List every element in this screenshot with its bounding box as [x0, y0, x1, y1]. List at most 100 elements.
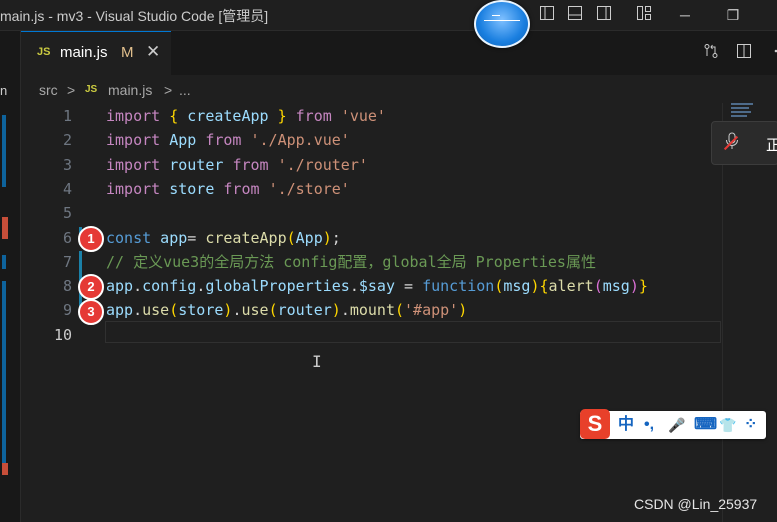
- split-editor-icon[interactable]: [734, 43, 754, 63]
- code-token: use: [142, 301, 170, 320]
- code-token: App: [160, 131, 206, 150]
- code-text: import App from './App.vue': [106, 128, 350, 152]
- code-token: import: [106, 155, 161, 174]
- ime-toolbar[interactable]: S 中 •, 🎤 ⌨ 👕 ⁘: [580, 409, 766, 439]
- code-token: .: [133, 301, 143, 320]
- scm-decoration: [2, 255, 6, 269]
- error-decoration: [2, 463, 8, 475]
- code-text: const app= createApp(App);: [106, 226, 341, 250]
- error-decoration: [2, 217, 8, 239]
- scm-decoration: [2, 281, 6, 471]
- toggle-panel-icon[interactable]: [565, 5, 585, 25]
- watermark: CSDN @Lin_25937: [634, 496, 758, 512]
- code-token: from: [232, 155, 269, 174]
- line-number: 6: [62, 228, 72, 247]
- code-token: {: [539, 277, 549, 296]
- annotation-badge: 2: [78, 274, 104, 300]
- minimap-line: [731, 111, 751, 113]
- javascript-file-icon: JS: [37, 46, 51, 58]
- code-token: app: [106, 301, 134, 320]
- tab-main-js[interactable]: JS main.js M ✕: [21, 31, 171, 76]
- code-token: alert: [548, 277, 594, 296]
- ime-chinese-mode[interactable]: 中: [618, 415, 634, 435]
- modified-indicator: M: [121, 44, 134, 61]
- code-token: store: [160, 179, 224, 198]
- floating-clock-widget[interactable]: [474, 0, 530, 48]
- code-token: {: [169, 107, 179, 125]
- breadcrumb-symbols[interactable]: ...: [179, 82, 191, 98]
- code-token: ): [458, 301, 468, 320]
- line-number: 9: [62, 301, 72, 320]
- minimize-button[interactable]: ─: [674, 4, 696, 26]
- line-number: 2: [62, 131, 72, 150]
- toggle-secondary-sidebar-icon[interactable]: [594, 5, 614, 25]
- code-token: (: [169, 301, 179, 320]
- ime-voice-icon[interactable]: 🎤: [668, 415, 685, 435]
- title-bar: main.js - mv3 - Visual Studio Code [管理员]…: [0, 0, 777, 31]
- code-token: from: [295, 107, 332, 125]
- code-line[interactable]: 3 import router from './router': [21, 153, 721, 177]
- code-token: './App.vue': [250, 131, 350, 150]
- open-changes-icon[interactable]: [701, 43, 721, 63]
- code-token: store: [178, 301, 224, 320]
- line-number: 10: [53, 325, 72, 344]
- code-line[interactable]: 1 import { createApp } from 'vue': [21, 104, 721, 128]
- ime-skin-icon[interactable]: 👕: [719, 415, 736, 435]
- breadcrumb-folder[interactable]: src: [39, 82, 58, 98]
- restore-button[interactable]: ❐: [722, 4, 744, 26]
- tab-label: main.js: [60, 44, 108, 61]
- code-line[interactable]: 9 app.use(store).use(router).mount('#app'…: [21, 298, 721, 322]
- annotation-badge: 3: [78, 299, 104, 325]
- code-token: './store': [268, 179, 350, 198]
- code-line[interactable]: 7 // 定义vue3的全局方法 config配置，global全局 Proper…: [21, 250, 721, 274]
- code-token: $say: [358, 277, 395, 296]
- code-text: app.config.globalProperties.$say = funct…: [106, 274, 648, 298]
- side-panel-text: n: [0, 83, 8, 98]
- mouse-text-cursor: I: [312, 352, 322, 371]
- ime-punctuation-icon[interactable]: •,: [644, 415, 654, 435]
- code-token: router: [277, 301, 332, 320]
- code-token: =: [187, 228, 206, 247]
- close-icon[interactable]: ✕: [146, 42, 160, 62]
- line-number: 5: [62, 204, 72, 223]
- minimap[interactable]: [722, 103, 777, 522]
- sogou-logo-icon[interactable]: S: [580, 409, 610, 439]
- microphone-muted-icon: [724, 132, 740, 155]
- code-token: app: [151, 228, 188, 247]
- mic-popup[interactable]: 正: [711, 121, 777, 165]
- code-token: (: [593, 277, 603, 296]
- more-actions-icon[interactable]: [766, 43, 777, 63]
- code-text: app.use(store).use(router).mount('#app'): [106, 298, 467, 322]
- code-token: import: [106, 179, 161, 198]
- code-line[interactable]: 4 import store from './store': [21, 177, 721, 201]
- customize-layout-icon[interactable]: [634, 5, 654, 25]
- line-number: 1: [62, 107, 72, 125]
- code-line[interactable]: 5: [21, 201, 721, 225]
- code-token: ): [322, 228, 332, 247]
- code-token: import: [106, 107, 161, 125]
- code-token: from: [205, 131, 242, 150]
- current-line-highlight: [105, 321, 721, 343]
- code-line[interactable]: 6 const app= createApp(App);: [21, 226, 721, 250]
- code-token: .: [349, 277, 359, 296]
- breadcrumb-separator: >: [164, 82, 173, 98]
- code-text: import store from './store': [106, 177, 350, 201]
- code-line[interactable]: 8 app.config.globalProperties.$say = func…: [21, 274, 721, 298]
- code-token: // 定义vue3的全局方法 config配置，global全局 Propert…: [106, 252, 596, 271]
- breadcrumb-file[interactable]: main.js: [108, 82, 152, 98]
- code-editor[interactable]: 10 9 app.use(store).use(router).mount('#ap…: [21, 103, 721, 522]
- toggle-primary-sidebar-icon[interactable]: [537, 5, 557, 25]
- code-token: createApp: [205, 228, 287, 247]
- ime-toolbox-icon[interactable]: ⁘: [744, 415, 757, 435]
- ime-keyboard-icon[interactable]: ⌨: [694, 415, 717, 435]
- javascript-file-icon: JS: [85, 84, 98, 95]
- code-token: (: [395, 301, 405, 320]
- code-line[interactable]: 2 import App from './App.vue': [21, 128, 721, 152]
- code-token: (: [268, 301, 278, 320]
- code-token: msg: [602, 277, 630, 296]
